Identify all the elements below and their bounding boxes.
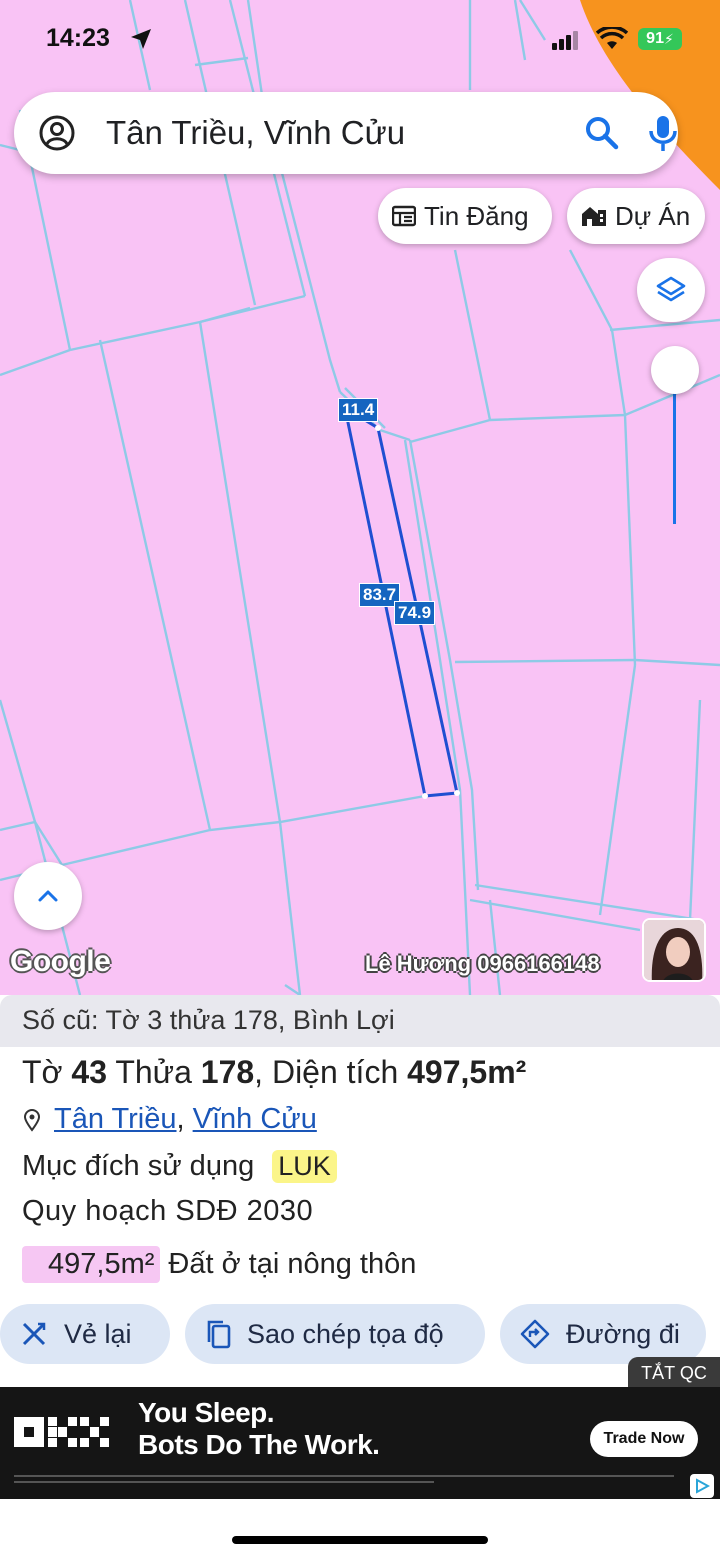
sheet-number: 43 (71, 1054, 108, 1090)
ad-cta-button[interactable]: Trade Now (590, 1421, 698, 1457)
redraw-label: Vẻ lại (64, 1318, 132, 1349)
account-icon[interactable] (38, 114, 76, 152)
search-bar[interactable]: Tân Triều, Vĩnh Cửu (14, 92, 678, 174)
planning-land-type: Đất ở tại nông thôn (168, 1248, 417, 1280)
redraw-button[interactable]: Vẻ lại (0, 1304, 170, 1364)
ad-disclaimer-lines (14, 1475, 674, 1483)
copy-icon (207, 1320, 231, 1349)
planning-row: 497,5m² Đất ở tại nông thôn (22, 1246, 416, 1283)
seller-avatar[interactable] (642, 918, 706, 982)
title-area-label: , Diện tích (254, 1054, 399, 1090)
seller-watermark: Lê Hương 0966166148 (365, 951, 600, 976)
layers-button[interactable] (637, 258, 705, 322)
old-parcel-number: Số cũ: Tờ 3 thửa 178, Bình Lợi (0, 995, 720, 1047)
opacity-slider-handle[interactable] (651, 346, 699, 394)
title-plot-label: Thửa (115, 1054, 192, 1090)
du-an-label: Dự Án (615, 200, 691, 231)
status-bar: 14:23 91 ⚡ (0, 0, 720, 80)
land-use-purpose: Mục đích sử dụng LUK (22, 1150, 337, 1183)
location-arrow-icon (131, 29, 151, 49)
district-link[interactable]: Vĩnh Cửu (193, 1103, 317, 1136)
parcel-area: 497,5m² (407, 1054, 527, 1090)
tin-dang-button[interactable]: Tin Đăng (378, 188, 552, 244)
status-time: 14:23 (46, 24, 110, 52)
avatar-photo (644, 920, 704, 980)
planning-label: Quy hoạch SDĐ 2030 (22, 1195, 314, 1227)
parcel-location: Tân Triều, Vĩnh Cửu (22, 1103, 317, 1136)
directions-button[interactable]: Đường đi (500, 1304, 706, 1364)
ward-link[interactable]: Tân Triều (54, 1103, 177, 1136)
ad-headline: You Sleep. Bots Do The Work. (138, 1397, 380, 1461)
dimension-label-top: 11.4 (338, 398, 379, 422)
battery-level: 91 (646, 30, 664, 47)
directions-icon (520, 1319, 550, 1349)
battery-indicator: 91 ⚡ (638, 28, 682, 50)
directions-label: Đường đi (566, 1318, 680, 1349)
ad-headline-line-2: Bots Do The Work. (138, 1429, 380, 1460)
building-icon (582, 207, 606, 226)
copy-coordinates-button[interactable]: Sao chép tọa độ (185, 1304, 485, 1364)
opacity-slider-track[interactable] (673, 390, 676, 524)
map-view[interactable]: 11.4 83.7 74.9 14:23 91 ⚡ Tân Triều, Vĩnh… (0, 0, 720, 995)
chevron-up-icon (38, 890, 58, 902)
plot-number: 178 (200, 1054, 255, 1090)
du-an-button[interactable]: Dự Án (567, 188, 705, 244)
search-query[interactable]: Tân Triều, Vĩnh Cửu (106, 114, 405, 152)
parcel-title: Tờ 43 Thửa 178, Diện tích 497,5m² (22, 1054, 526, 1091)
ad-banner[interactable]: You Sleep. Bots Do The Work. Trade Now (0, 1387, 720, 1499)
okx-logo-icon (14, 1417, 109, 1447)
copy-coordinates-label: Sao chép tọa độ (247, 1318, 444, 1349)
ad-headline-line-1: You Sleep. (138, 1397, 275, 1428)
hide-ads-button[interactable]: TẮT QC (628, 1357, 720, 1389)
redraw-tools-icon (22, 1322, 46, 1346)
location-pin-icon (23, 1108, 41, 1132)
dimension-label-right: 74.9 (394, 601, 436, 625)
purpose-label: Mục đích sử dụng (22, 1150, 255, 1182)
search-icon[interactable] (584, 115, 620, 151)
expand-panel-button[interactable] (14, 862, 82, 930)
adchoices-icon[interactable] (690, 1474, 714, 1498)
location-separator: , (176, 1103, 193, 1135)
google-attribution: Google (10, 945, 111, 978)
home-indicator[interactable] (232, 1536, 488, 1544)
title-sheet-label: Tờ (22, 1054, 63, 1090)
cellular-signal-icon (552, 31, 578, 50)
listing-icon (392, 205, 416, 227)
planning-area-badge: 497,5m² (22, 1246, 161, 1283)
microphone-icon[interactable] (648, 114, 678, 152)
wifi-icon (596, 27, 628, 49)
layers-icon (656, 276, 686, 302)
tin-dang-label: Tin Đăng (424, 200, 529, 231)
purpose-code-badge: LUK (272, 1150, 337, 1183)
